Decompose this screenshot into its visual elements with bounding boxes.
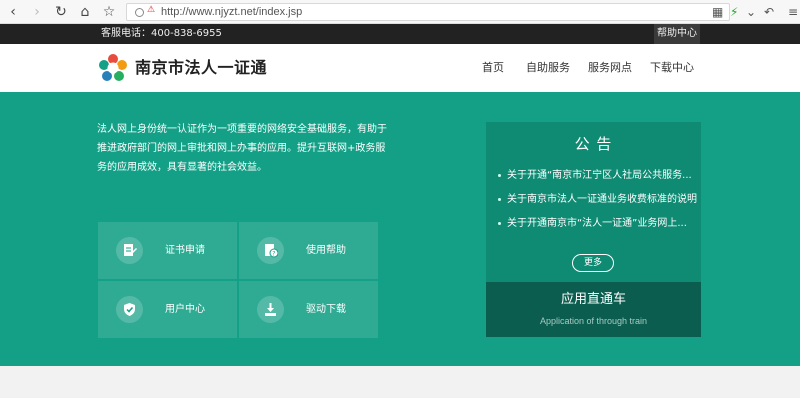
bullet-icon bbox=[498, 197, 501, 201]
notice-item-text[interactable]: 关于南京市法人一证通业务收费标准的说明 bbox=[507, 194, 697, 205]
chevron-left-icon[interactable]: ‹ bbox=[4, 3, 22, 21]
security-warning-icon[interactable]: ⚠ bbox=[147, 5, 155, 15]
star-icon[interactable]: ☆ bbox=[100, 3, 118, 21]
bullet-icon bbox=[498, 173, 501, 177]
undo-icon[interactable]: ↶ bbox=[764, 3, 774, 21]
service-grid: 证书申请 ? 使用帮助 用户中心 驱动下载 bbox=[98, 222, 378, 338]
express-subtitle: Application of through train bbox=[539, 316, 648, 326]
lightning-icon[interactable]: ⚡ bbox=[730, 3, 738, 21]
application-express-panel[interactable]: 应用直通车 Application of through train bbox=[486, 282, 701, 337]
logo-icon[interactable] bbox=[98, 53, 128, 83]
service-label: 证书申请 bbox=[165, 245, 205, 256]
grid-icon[interactable]: ▦ bbox=[712, 3, 723, 21]
service-driver-download[interactable]: 驱动下载 bbox=[239, 281, 378, 338]
notice-title: 公 告 bbox=[574, 135, 613, 153]
service-label: 用户中心 bbox=[165, 304, 205, 315]
browser-toolbar: ‹ › ↻ ⌂ ☆ ⚠ http://www.njyzt.net/index.j… bbox=[0, 0, 800, 24]
site-header: 南京市法人一证通 首页 自助服务 服务网点 下载中心 bbox=[0, 44, 800, 92]
notice-item[interactable]: 关于开通“南京市江宁区人社局公共服务... bbox=[498, 164, 698, 188]
more-button[interactable]: 更多 bbox=[572, 254, 614, 272]
top-bar: 客服电话：400-838-6955 帮助中心 bbox=[0, 24, 800, 44]
address-bar[interactable]: ⚠ http://www.njyzt.net/index.jsp bbox=[126, 3, 730, 21]
notice-item[interactable]: 关于开通南京市“法人一证通”业务网上... bbox=[498, 212, 698, 236]
notice-panel: 公 告 关于开通“南京市江宁区人社局公共服务... 关于南京市法人一证通业务收费… bbox=[486, 122, 701, 282]
help-document-icon: ? bbox=[257, 237, 284, 264]
home-icon[interactable]: ⌂ bbox=[76, 3, 94, 21]
hero-section: 法人网上身份统一认证作为一项重要的网络安全基础服务，有助于推进政府部门的网上审批… bbox=[0, 92, 800, 366]
service-certificate-apply[interactable]: 证书申请 bbox=[98, 222, 237, 279]
reload-icon[interactable]: ↻ bbox=[52, 3, 70, 21]
menu-icon[interactable]: ≡ bbox=[788, 3, 798, 21]
notice-item-text[interactable]: 关于开通“南京市江宁区人社局公共服务... bbox=[507, 170, 692, 181]
nav-home[interactable]: 首页 bbox=[482, 61, 504, 75]
intro-text: 法人网上身份统一认证作为一项重要的网络安全基础服务，有助于推进政府部门的网上审批… bbox=[97, 124, 387, 173]
nav-self-service[interactable]: 自助服务 bbox=[526, 61, 570, 75]
bullet-icon bbox=[498, 221, 501, 225]
site-name[interactable]: 南京市法人一证通 bbox=[135, 57, 267, 79]
download-icon bbox=[257, 296, 284, 323]
hotline-text: 客服电话：400-838-6955 bbox=[101, 28, 222, 39]
service-user-center[interactable]: 用户中心 bbox=[98, 281, 237, 338]
shield-check-icon bbox=[116, 296, 143, 323]
nav-service-outlets[interactable]: 服务网点 bbox=[588, 61, 632, 75]
chevron-down-icon[interactable]: ⌄ bbox=[746, 3, 756, 21]
service-label: 驱动下载 bbox=[306, 304, 346, 315]
notice-item[interactable]: 关于南京市法人一证通业务收费标准的说明 bbox=[498, 188, 698, 212]
express-title: 应用直通车 bbox=[560, 292, 626, 307]
globe-icon bbox=[135, 8, 144, 17]
svg-text:?: ? bbox=[272, 251, 275, 258]
service-usage-help[interactable]: ? 使用帮助 bbox=[239, 222, 378, 279]
notice-item-text[interactable]: 关于开通南京市“法人一证通”业务网上... bbox=[507, 218, 687, 229]
help-center-link[interactable]: 帮助中心 bbox=[654, 24, 700, 44]
url-text[interactable]: http://www.njyzt.net/index.jsp bbox=[161, 5, 302, 20]
service-label: 使用帮助 bbox=[306, 245, 346, 256]
chevron-right-icon[interactable]: › bbox=[28, 3, 46, 21]
document-edit-icon bbox=[116, 237, 143, 264]
content-strip bbox=[0, 366, 800, 398]
notice-list: 关于开通“南京市江宁区人社局公共服务... 关于南京市法人一证通业务收费标准的说… bbox=[498, 164, 698, 236]
nav-download-center[interactable]: 下载中心 bbox=[650, 61, 694, 75]
